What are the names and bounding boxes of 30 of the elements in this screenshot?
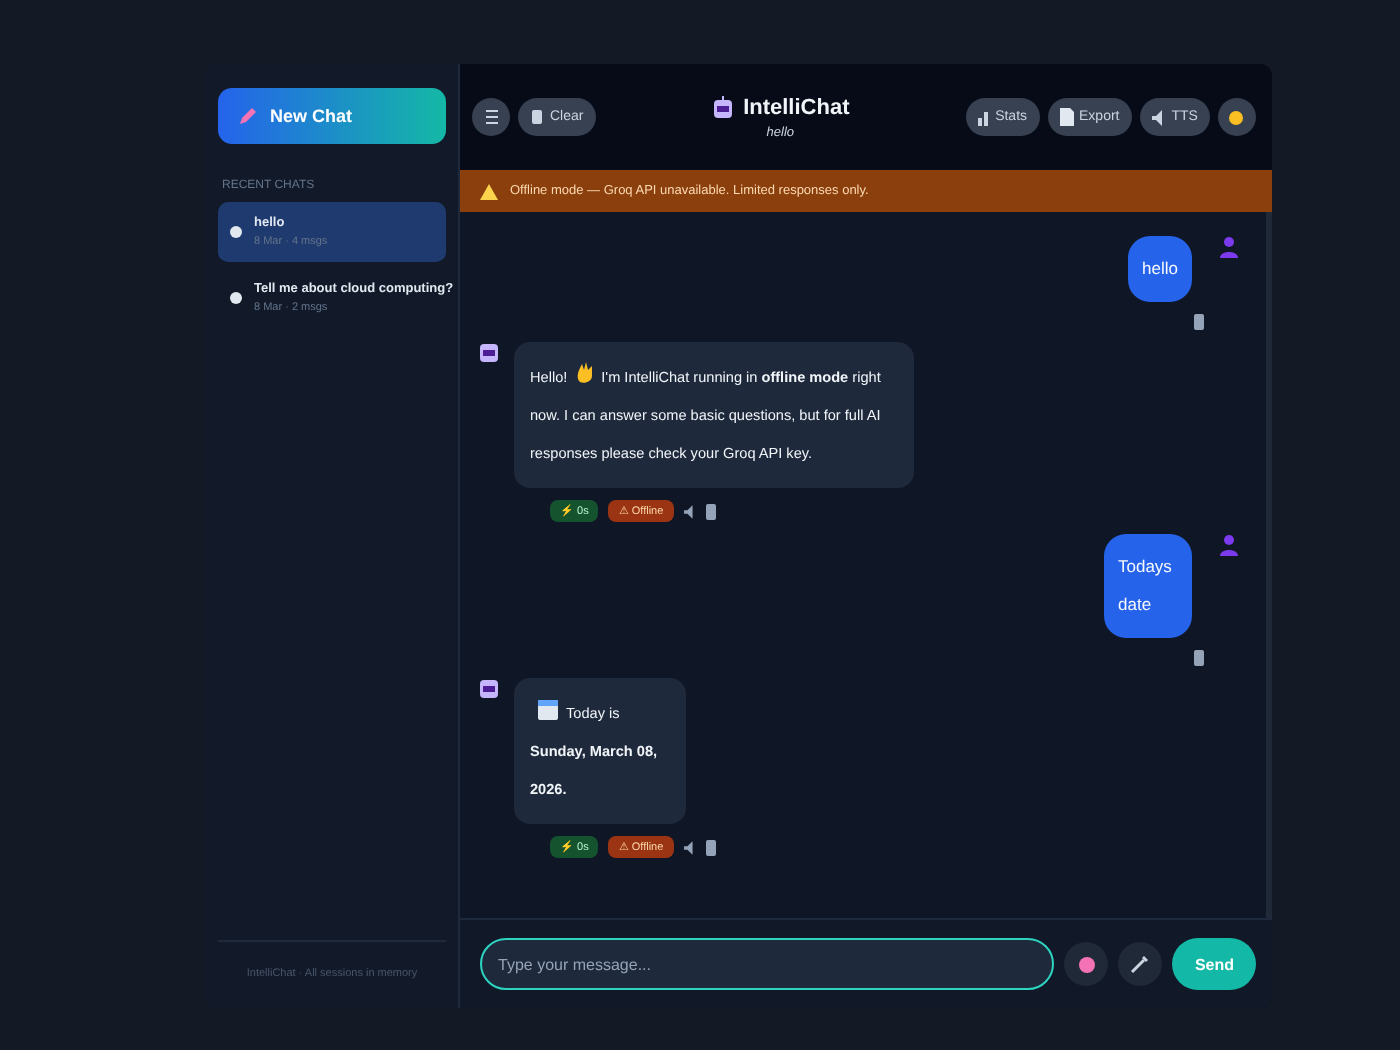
delete-icon[interactable] bbox=[705, 503, 716, 519]
user-message: hello bbox=[1128, 236, 1192, 302]
calendar-icon bbox=[538, 700, 558, 720]
document-icon bbox=[1059, 108, 1074, 126]
speaker-icon[interactable] bbox=[683, 503, 696, 519]
warning-icon bbox=[480, 183, 498, 199]
magic-wand-button[interactable] bbox=[1118, 942, 1163, 986]
menu-button[interactable] bbox=[472, 98, 510, 136]
bot-avatar-icon bbox=[480, 342, 498, 364]
bar-chart-icon bbox=[977, 109, 990, 125]
bot-avatar-icon bbox=[480, 678, 498, 700]
user-avatar-icon bbox=[1220, 534, 1238, 556]
speaker-icon[interactable] bbox=[683, 839, 696, 855]
brain-button[interactable] bbox=[1064, 942, 1109, 986]
user-avatar-icon bbox=[1220, 236, 1238, 258]
magic-wand-icon bbox=[1130, 954, 1151, 974]
robot-icon bbox=[711, 95, 734, 119]
chat-dot-icon bbox=[230, 226, 242, 238]
chat-dot-icon bbox=[230, 292, 242, 304]
app-title: IntelliChat bbox=[743, 95, 850, 119]
menu-icon bbox=[483, 108, 499, 126]
theme-button[interactable] bbox=[1217, 98, 1256, 136]
pencil-icon bbox=[238, 106, 258, 126]
trash-icon bbox=[530, 108, 544, 126]
delete-icon[interactable] bbox=[705, 839, 716, 855]
message-input[interactable]: Type your message... bbox=[480, 938, 1055, 990]
speaker-icon bbox=[1151, 109, 1166, 125]
brain-icon bbox=[1077, 955, 1096, 973]
new-chat-button[interactable]: New Chat bbox=[218, 88, 446, 144]
user-message: Todays date bbox=[1104, 534, 1192, 638]
